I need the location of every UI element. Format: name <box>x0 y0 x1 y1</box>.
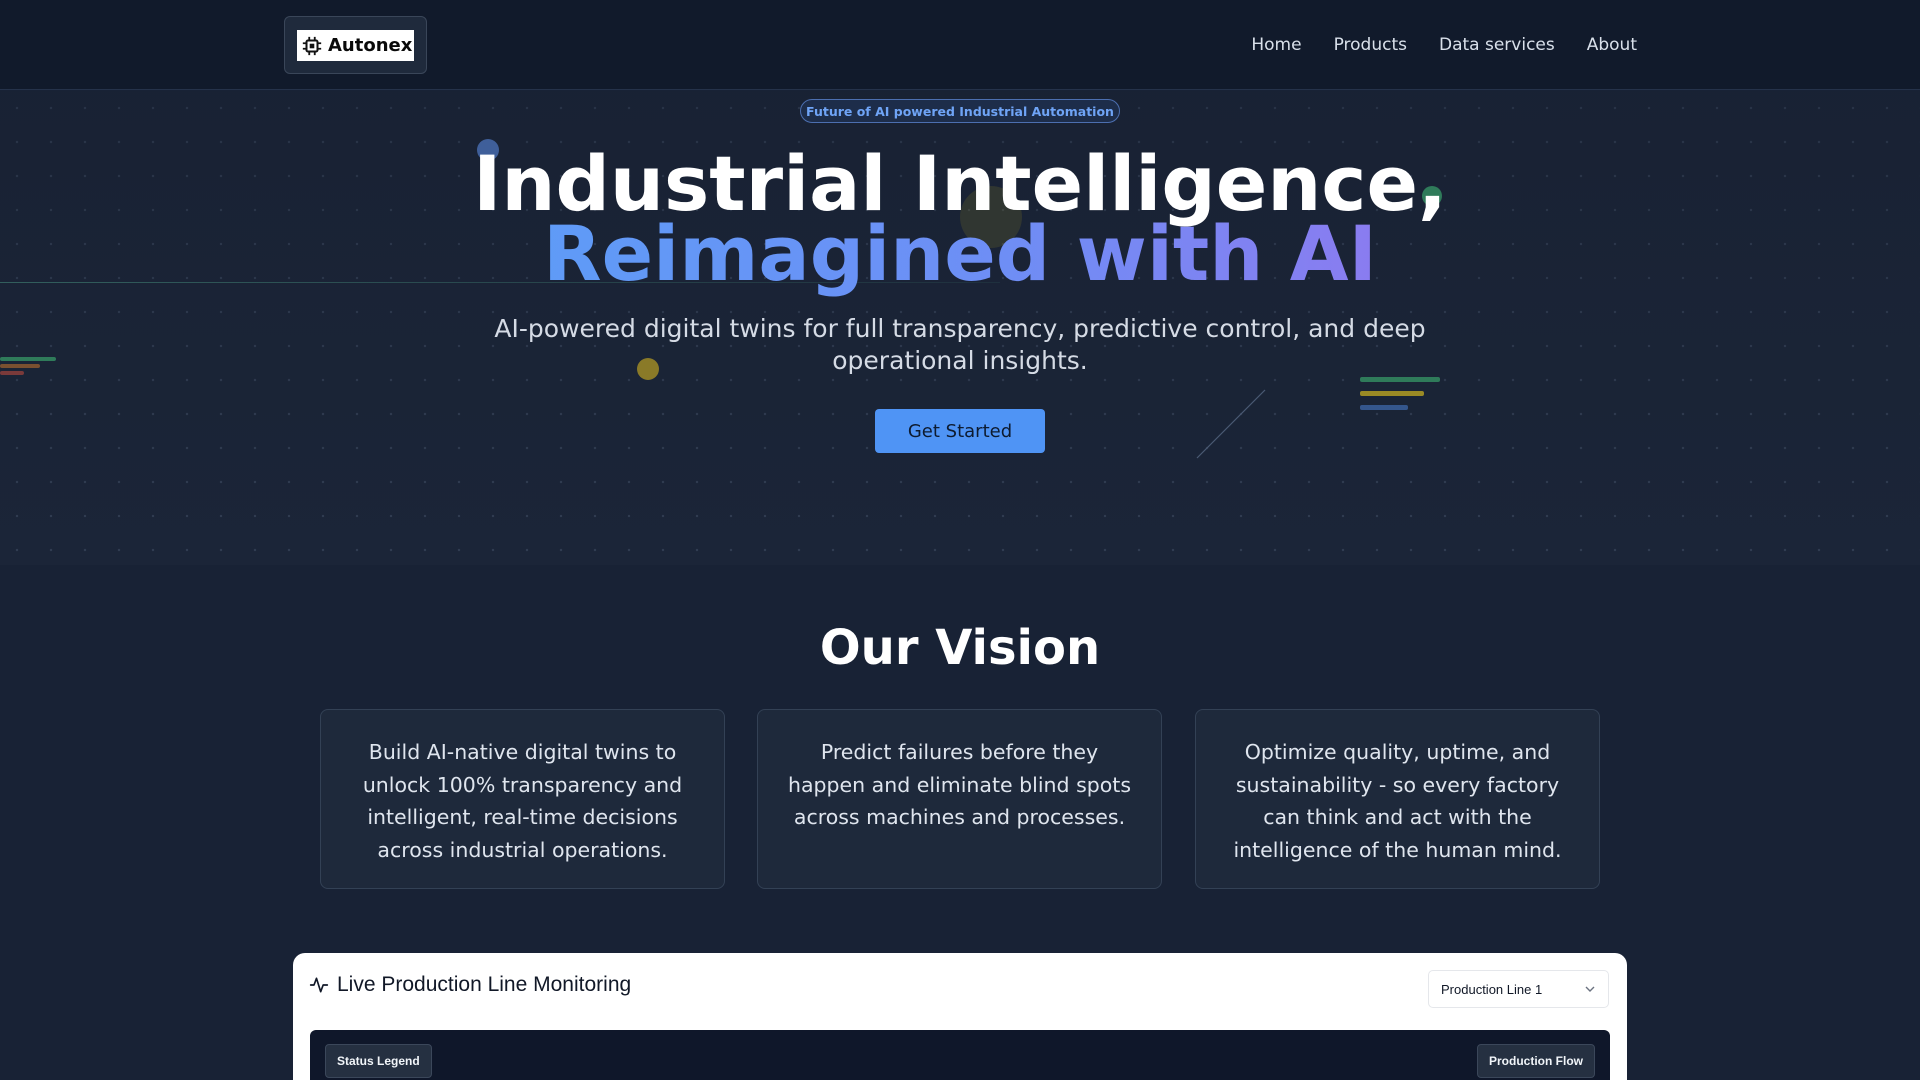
chevron-down-icon <box>1585 986 1595 992</box>
vision-title: Our Vision <box>819 620 1101 676</box>
hero-badge: Future of AI powered Industrial Automati… <box>800 99 1120 123</box>
vision-card-text: Predict failures before they happen and … <box>787 740 1132 829</box>
get-started-button[interactable]: Get Started <box>875 409 1045 453</box>
vision-card: Predict failures before they happen and … <box>757 709 1162 889</box>
production-flow-panel[interactable]: Production Flow <box>1477 1044 1595 1078</box>
vision-card-text: Build AI-native digital twins to unlock … <box>362 740 683 862</box>
decorative-bars-right <box>1360 377 1440 410</box>
production-line-canvas: Status Legend Production Flow <box>310 1030 1610 1080</box>
logo: Autonex <box>297 30 414 61</box>
decorative-diagonal-line <box>1196 389 1266 459</box>
hero-section: Future of AI powered Industrial Automati… <box>0 91 1920 565</box>
nav-link-about[interactable]: About <box>1587 35 1637 55</box>
nav-links: Home Products Data services About <box>1251 0 1637 90</box>
nav-link-products[interactable]: Products <box>1334 35 1407 55</box>
production-line-select[interactable]: Production Line 1 <box>1428 970 1609 1008</box>
hero-subtitle: AI-powered digital twins for full transp… <box>494 314 1426 375</box>
monitoring-title-text: Live Production Line Monitoring <box>337 973 632 996</box>
vision-card: Build AI-native digital twins to unlock … <box>320 709 725 889</box>
nav-link-data-services[interactable]: Data services <box>1439 35 1555 55</box>
brand-name: Autonex <box>328 35 413 56</box>
production-line-select-value: Production Line 1 <box>1441 981 1543 997</box>
monitoring-panel: Live Production Line Monitoring Producti… <box>293 953 1627 1080</box>
decorative-bars-left <box>0 357 56 375</box>
hero-title-gradient-text: Reimagined with AI <box>543 209 1377 298</box>
nav-link-home[interactable]: Home <box>1251 35 1301 55</box>
top-navigation: Autonex Home Products Data services Abou… <box>0 0 1920 90</box>
vision-card: Optimize quality, uptime, and sustainabi… <box>1195 709 1600 889</box>
activity-pulse-icon <box>309 977 329 993</box>
chip-icon <box>302 36 322 55</box>
logo-button[interactable]: Autonex <box>284 16 427 74</box>
hero-title-line2: Reimagined with AI <box>0 209 1920 299</box>
monitoring-title: Live Production Line Monitoring <box>309 973 631 997</box>
status-legend-panel[interactable]: Status Legend <box>325 1044 432 1078</box>
vision-card-text: Optimize quality, uptime, and sustainabi… <box>1233 740 1562 862</box>
